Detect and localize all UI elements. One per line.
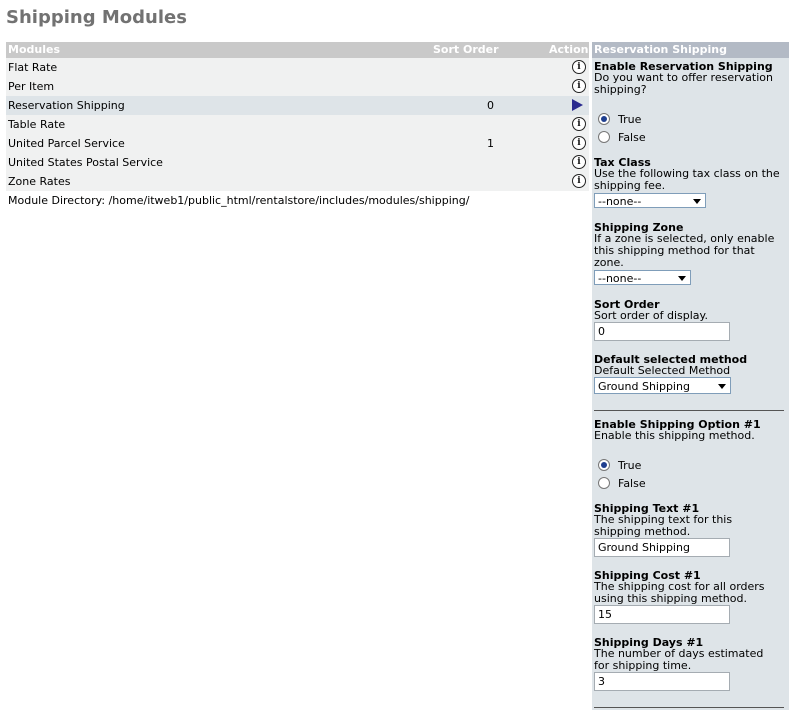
header-modules: Modules (8, 43, 60, 56)
module-sort: 0 (487, 99, 494, 112)
table-row[interactable]: United Parcel Service 1 i (6, 134, 589, 153)
cost1-input[interactable]: 15 (594, 605, 730, 624)
table-header: Modules Sort Order Action (6, 42, 589, 58)
header-action: Action (549, 43, 589, 56)
info-icon[interactable]: i (572, 79, 586, 93)
module-directory: Module Directory: /home/itweb1/public_ht… (8, 194, 470, 207)
info-icon[interactable]: i (572, 174, 586, 188)
default-method-desc: Default Selected Method (594, 364, 731, 377)
shipping-zone-select[interactable]: --none-- (594, 270, 691, 285)
tax-class-desc: Use the following tax class on the shipp… (594, 167, 780, 192)
arrow-right-icon (572, 98, 586, 112)
module-name: United States Postal Service (8, 156, 163, 169)
info-icon[interactable]: i (572, 136, 586, 150)
tax-class-select[interactable]: --none-- (594, 193, 706, 208)
header-sort-order: Sort Order (433, 43, 499, 56)
option1-true-radio[interactable]: True (598, 458, 641, 472)
table-row[interactable]: Zone Rates i (6, 172, 589, 191)
table-row-selected[interactable]: Reservation Shipping 0 (6, 96, 589, 115)
info-icon[interactable]: i (572, 117, 586, 131)
shipping-zone-desc: If a zone is selected, only enable this … (594, 232, 775, 269)
enable-false-radio[interactable]: False (598, 130, 646, 144)
enable-true-radio[interactable]: True (598, 112, 641, 126)
module-name: Reservation Shipping (8, 99, 125, 112)
module-name: Per Item (8, 80, 55, 93)
divider (594, 707, 784, 708)
option1-desc: Enable this shipping method. (594, 429, 755, 442)
days1-input[interactable]: 3 (594, 672, 730, 691)
cost1-desc: The shipping cost for all orders using t… (594, 580, 765, 605)
module-name: United Parcel Service (8, 137, 125, 150)
enable-desc: Do you want to offer reservation shippin… (594, 71, 773, 96)
config-panel: Reservation Shipping Enable Reservation … (592, 42, 789, 710)
chevron-down-icon (693, 199, 701, 204)
text1-input[interactable]: Ground Shipping (594, 538, 730, 557)
sort-order-desc: Sort order of display. (594, 309, 708, 322)
table-row[interactable]: Table Rate i (6, 115, 589, 134)
modules-table: Modules Sort Order Action Flat Rate i Pe… (6, 42, 589, 191)
table-row[interactable]: Per Item i (6, 77, 589, 96)
page-title: Shipping Modules (6, 7, 187, 28)
chevron-down-icon (718, 384, 726, 389)
panel-title: Reservation Shipping (592, 42, 789, 58)
module-sort: 1 (487, 137, 494, 150)
days1-desc: The number of days estimated for shippin… (594, 647, 764, 672)
module-name: Flat Rate (8, 61, 58, 74)
text1-desc: The shipping text for this shipping meth… (594, 513, 733, 538)
sort-order-input[interactable]: 0 (594, 322, 730, 341)
info-icon[interactable]: i (572, 155, 586, 169)
chevron-down-icon (678, 276, 686, 281)
divider (594, 410, 784, 411)
table-row[interactable]: Flat Rate i (6, 58, 589, 77)
module-name: Zone Rates (8, 175, 71, 188)
info-icon[interactable]: i (572, 60, 586, 74)
table-row[interactable]: United States Postal Service i (6, 153, 589, 172)
default-method-select[interactable]: Ground Shipping (594, 377, 731, 394)
module-name: Table Rate (8, 118, 66, 131)
option1-false-radio[interactable]: False (598, 476, 646, 490)
